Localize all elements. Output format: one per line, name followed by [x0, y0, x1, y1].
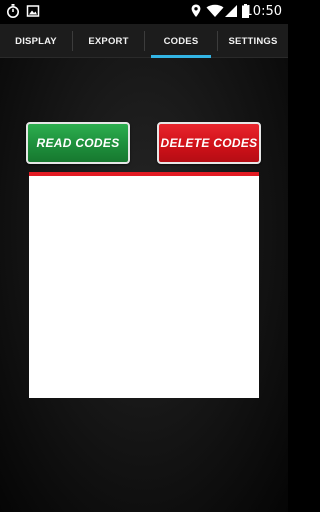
screen: 10:50 DISPLAY EXPORT CODES SETTINGS READ…: [0, 0, 288, 512]
wifi-icon: [206, 3, 224, 24]
delete-codes-button[interactable]: DELETE CODES: [157, 122, 261, 164]
read-codes-button[interactable]: READ CODES: [26, 122, 130, 164]
tab-settings[interactable]: SETTINGS: [218, 24, 288, 58]
status-bar: 10:50: [0, 0, 288, 24]
tab-settings-label: SETTINGS: [228, 35, 278, 47]
tab-display[interactable]: DISPLAY: [0, 24, 72, 58]
status-time: 10:50: [244, 4, 282, 19]
tab-export-label: EXPORT: [88, 35, 129, 47]
codes-list[interactable]: [29, 172, 259, 398]
timer-icon: [6, 3, 20, 24]
tab-bar: DISPLAY EXPORT CODES SETTINGS: [0, 24, 288, 58]
codes-list-header-bar: [29, 172, 259, 176]
image-icon: [26, 3, 40, 24]
tab-display-label: DISPLAY: [15, 35, 57, 47]
tab-codes-label: CODES: [163, 35, 199, 47]
signal-icon: [224, 3, 238, 24]
location-icon: [190, 3, 202, 24]
tab-export[interactable]: EXPORT: [73, 24, 144, 58]
tab-selected-indicator: [151, 55, 211, 58]
read-codes-label: READ CODES: [36, 136, 120, 150]
tab-codes[interactable]: CODES: [145, 24, 217, 58]
delete-codes-label: DELETE CODES: [160, 136, 258, 150]
